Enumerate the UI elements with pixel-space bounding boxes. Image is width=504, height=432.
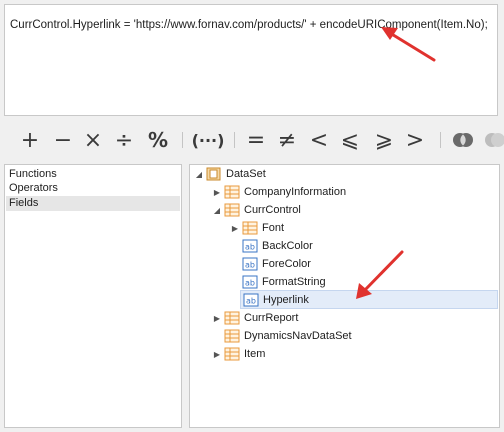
svg-text:ab: ab [245,243,255,252]
tree-node-formatstring[interactable]: ab FormatString [240,273,326,291]
expand-icon[interactable]: ▶ [212,309,222,327]
multiply-button[interactable]: × [83,120,103,160]
minus-button[interactable]: − [53,120,73,160]
tree-node-dataset[interactable]: ◢ DataSet [194,165,266,183]
tree-node-item[interactable]: ▶ Item [212,345,265,363]
table-icon [224,347,240,361]
table-icon [224,329,240,343]
table-icon [224,311,240,325]
expand-icon[interactable]: ▶ [212,345,222,363]
field-icon: ab [242,257,258,271]
percent-button[interactable]: % [147,120,169,160]
table-icon [224,203,240,217]
less-than-button[interactable]: < [309,120,329,160]
tree-node-label: Hyperlink [263,293,309,306]
less-equal-button[interactable]: ⩽ [340,120,360,160]
logical-or-icon[interactable] [484,131,504,149]
category-fields[interactable]: Fields [6,196,180,211]
equal-button[interactable]: = [246,120,266,160]
tree-node-backcolor[interactable]: ab BackColor [240,237,313,255]
dataset-icon [206,167,221,181]
divide-button[interactable]: ÷ [114,120,134,160]
tree-node-label: DynamicsNavDataSet [244,330,352,342]
field-icon: ab [242,239,258,253]
expand-icon[interactable]: ▶ [230,219,240,237]
toolbar-separator [440,132,441,148]
category-list: Functions Operators Fields [4,164,182,428]
table-icon [242,221,258,235]
category-functions[interactable]: Functions [6,167,180,182]
svg-text:ab: ab [245,279,255,288]
tree-node-label: Item [244,348,266,360]
toolbar-separator [234,132,235,148]
toolbar-separator [182,132,183,148]
expand-icon[interactable]: ▶ [212,183,222,201]
operator-toolbar: + − × ÷ % (···) = ≠ < ⩽ ⩾ > [0,120,504,160]
tree-node-forecolor[interactable]: ab ForeColor [240,255,311,273]
tree-node-label: ForeColor [262,258,311,270]
category-operators[interactable]: Operators [6,181,180,196]
field-tree: ◢ DataSet ▶ CompanyInformation ◢ CurrCon… [189,164,500,428]
tree-node-label: FormatString [262,276,326,288]
tree-node-label: DataSet [226,168,266,180]
expression-text[interactable]: CurrControl.Hyperlink = 'https://www.for… [10,19,488,31]
tree-node-label: BackColor [262,240,313,252]
collapse-icon[interactable]: ◢ [212,201,222,219]
tree-node-hyperlink[interactable]: ab Hyperlink [240,290,498,309]
tree-node-label: Font [262,222,285,234]
logical-and-icon[interactable] [452,131,474,149]
greater-equal-button[interactable]: ⩾ [374,120,394,160]
table-icon [224,185,240,199]
svg-text:ab: ab [246,296,256,305]
expression-editor[interactable]: CurrControl.Hyperlink = 'https://www.for… [4,4,498,116]
greater-than-button[interactable]: > [405,120,425,160]
tree-node-label: CurrControl [244,204,301,216]
field-icon: ab [242,275,258,289]
not-equal-button[interactable]: ≠ [277,120,297,160]
svg-text:ab: ab [245,261,255,270]
parentheses-button[interactable]: (···) [192,120,225,160]
tree-node-currcontrol[interactable]: ◢ CurrControl [212,201,301,219]
tree-node-currreport[interactable]: ▶ CurrReport [212,309,298,327]
field-icon: ab [243,293,259,306]
tree-node-dynamicsnavdataset[interactable]: DynamicsNavDataSet [222,327,352,345]
tree-node-label: CurrReport [244,312,299,324]
tree-node-font[interactable]: ▶ Font [230,219,284,237]
collapse-icon[interactable]: ◢ [194,165,204,183]
tree-node-label: CompanyInformation [244,186,347,198]
plus-button[interactable]: + [20,120,40,160]
tree-node-companyinformation[interactable]: ▶ CompanyInformation [212,183,346,201]
